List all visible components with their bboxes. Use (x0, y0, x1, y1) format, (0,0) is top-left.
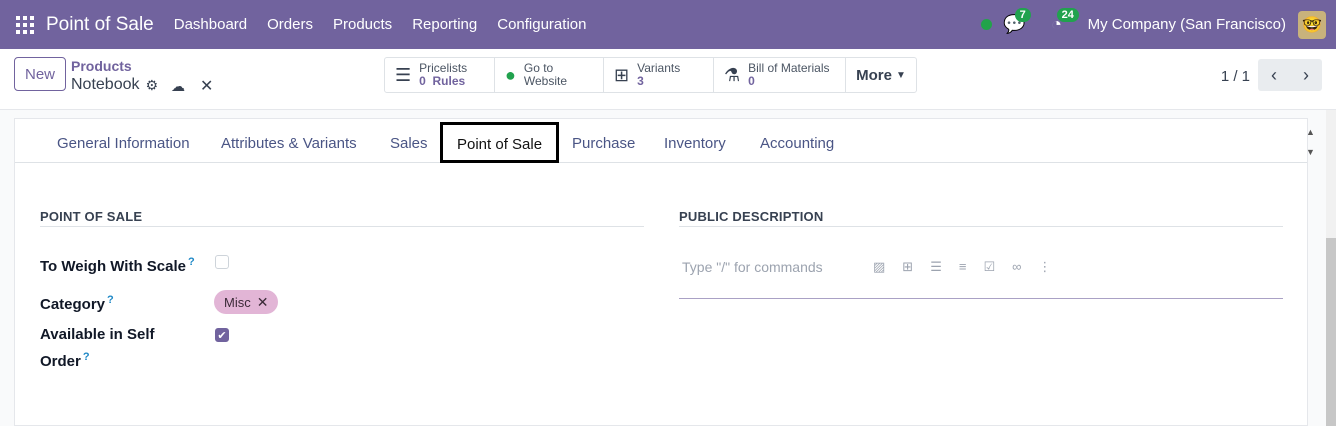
top-navbar: Point of Sale Dashboard Orders Products … (0, 0, 1336, 49)
form-sheet: General Information Attributes & Variant… (14, 118, 1315, 426)
category-tag[interactable]: Misc ✕ (214, 290, 279, 314)
pricelists-button[interactable]: ☰ Pricelists 0 Rules (385, 58, 495, 92)
tab-inventory[interactable]: Inventory (664, 135, 726, 152)
variants-value: 3 (637, 74, 644, 88)
app-name[interactable]: Point of Sale (46, 14, 154, 36)
bullet-list-icon[interactable]: ☰ (930, 259, 942, 275)
help-icon[interactable]: ? (83, 351, 90, 363)
flask-icon: ⚗ (724, 64, 741, 85)
weigh-with-scale-label: To Weigh With Scale? (40, 256, 195, 275)
user-avatar[interactable]: 🤓 (1298, 10, 1326, 39)
caret-down-icon: ▼ (895, 69, 906, 81)
activities-count-badge: 24 (1056, 7, 1079, 22)
tab-general-information[interactable]: General Information (57, 135, 190, 152)
list-icon: ☰ (395, 64, 412, 85)
more-button[interactable]: More ▼ (846, 58, 916, 92)
discard-icon[interactable]: ✕ (200, 76, 213, 96)
more-options-icon[interactable]: ⋮ (1038, 259, 1051, 275)
chevron-right-icon: › (1303, 64, 1309, 85)
apps-menu-icon[interactable] (16, 15, 34, 34)
menu-products[interactable]: Products (333, 16, 392, 33)
bill-of-materials-button[interactable]: ⚗ Bill of Materials 0 (714, 58, 846, 92)
self-order-checkbox[interactable]: ✔ (215, 328, 229, 342)
description-section-divider (679, 226, 1283, 227)
breadcrumb-products[interactable]: Products (71, 58, 132, 74)
control-panel: New Products Notebook ⚙ ☁ ✕ ☰ Pricelists… (0, 49, 1336, 110)
tab-attributes-variants[interactable]: Attributes & Variants (221, 135, 357, 152)
variants-button[interactable]: ⊞ Variants 3 (604, 58, 714, 92)
pos-section-title: POINT OF SALE (40, 209, 143, 224)
messaging-button[interactable]: 💬 7 (1003, 7, 1031, 36)
sitemap-icon: ⊞ (614, 64, 630, 85)
help-icon[interactable]: ? (188, 256, 195, 268)
pager-next-button[interactable]: › (1290, 59, 1322, 91)
checklist-icon[interactable]: ☑ (983, 259, 995, 275)
new-button[interactable]: New (14, 57, 66, 91)
remove-tag-icon[interactable]: ✕ (257, 294, 269, 311)
website-line-2: Website (523, 74, 568, 88)
check-icon: ✔ (217, 329, 227, 342)
tab-sales[interactable]: Sales (390, 135, 428, 152)
tab-point-of-sale[interactable]: Point of Sale (440, 122, 560, 163)
pricelists-suffix: Rules (432, 74, 466, 88)
category-label: Category? (40, 294, 114, 313)
help-icon[interactable]: ? (107, 294, 114, 306)
menu-reporting[interactable]: Reporting (412, 16, 477, 33)
notebook-tabs: General Information Attributes & Variant… (15, 119, 1307, 163)
activities-button[interactable]: ◔ 24 (1046, 7, 1079, 36)
go-to-website-button[interactable]: ● Go to Website (495, 58, 604, 92)
image-icon[interactable]: ▨ (873, 259, 885, 275)
save-cloud-icon[interactable]: ☁ (171, 78, 185, 95)
tabs-scroll-up-icon[interactable]: ▲ (1306, 127, 1315, 137)
menu-dashboard[interactable]: Dashboard (174, 16, 247, 33)
tab-accounting[interactable]: Accounting (760, 135, 834, 152)
weigh-with-scale-checkbox[interactable] (215, 255, 229, 269)
pos-section-divider (40, 226, 644, 227)
menu-configuration[interactable]: Configuration (497, 16, 586, 33)
pricelists-value: 0 (419, 74, 426, 88)
globe-icon: ● (505, 64, 516, 85)
pager-previous-button[interactable]: ‹ (1258, 59, 1290, 91)
chevron-left-icon: ‹ (1271, 64, 1277, 85)
messages-count-badge: 7 (1014, 7, 1031, 22)
page-scrollbar-thumb[interactable] (1326, 238, 1336, 426)
editor-underline (679, 298, 1283, 299)
category-tag-label: Misc (224, 294, 251, 310)
public-description-title: PUBLIC DESCRIPTION (679, 209, 824, 224)
online-status-icon (980, 19, 992, 30)
bom-label: Bill of Materials (748, 61, 830, 75)
description-editor[interactable]: Type "/" for commands (682, 259, 823, 275)
link-icon[interactable]: ∞ (1012, 259, 1021, 275)
more-label: More (856, 66, 892, 84)
gear-icon[interactable]: ⚙ (146, 77, 159, 94)
menu-orders[interactable]: Orders (267, 16, 313, 33)
self-order-label: Available in Self Order? (40, 326, 155, 370)
smart-buttons: ☰ Pricelists 0 Rules ● Go to Website ⊞ V… (384, 57, 917, 93)
record-name: Notebook (71, 76, 140, 93)
pager-value[interactable]: 1 / 1 (1221, 68, 1250, 85)
numbered-list-icon[interactable]: ≡ (959, 259, 967, 275)
editor-toolbar: ▨ ⊞ ☰ ≡ ☑ ∞ ⋮ (873, 259, 1068, 275)
company-switcher[interactable]: My Company (San Francisco) (1088, 16, 1286, 33)
tabs-scroll-down-icon[interactable]: ▼ (1306, 147, 1315, 157)
tab-purchase[interactable]: Purchase (572, 135, 635, 152)
breadcrumb-current: Notebook ⚙ (71, 76, 158, 94)
bom-value: 0 (748, 74, 755, 88)
table-icon[interactable]: ⊞ (902, 259, 913, 275)
